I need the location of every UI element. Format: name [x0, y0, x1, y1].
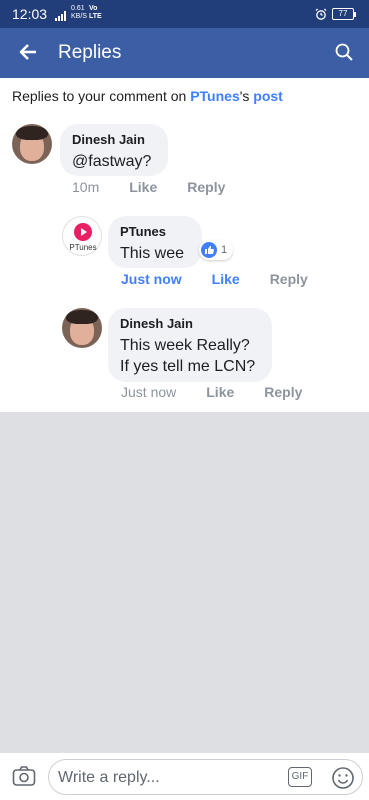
- comment-time: Just now: [121, 271, 182, 287]
- comment-bubble[interactable]: Dinesh Jain This week Really? If yes tell…: [108, 308, 272, 382]
- lte-indicator: Vo LTE: [89, 5, 102, 20]
- comment-text: @fastway?: [72, 153, 152, 170]
- play-icon: [74, 223, 92, 241]
- reply-context: Replies to your comment on PTunes's post: [12, 88, 283, 104]
- camera-icon[interactable]: [12, 765, 36, 792]
- replies-list: Replies to your comment on PTunes's post…: [0, 78, 369, 412]
- avatar[interactable]: [62, 308, 102, 348]
- net-speed: 0.61 KB/S: [71, 5, 87, 20]
- comment-author[interactable]: PTunes: [120, 224, 190, 239]
- reply-input[interactable]: Write a reply... GIF: [48, 759, 363, 795]
- thumbs-up-icon: [201, 242, 217, 258]
- search-icon[interactable]: [335, 43, 353, 66]
- page-avatar[interactable]: PTunes: [62, 216, 102, 256]
- comment-time: Just now: [121, 384, 177, 400]
- reply-button[interactable]: Reply: [264, 384, 302, 400]
- comment-text: This wee: [120, 245, 185, 262]
- post-link[interactable]: post: [253, 88, 283, 104]
- arrow-left-icon[interactable]: [18, 42, 38, 67]
- comment-author[interactable]: Dinesh Jain: [72, 132, 156, 147]
- comment-actions: Just now Like Reply: [121, 271, 338, 287]
- page-title: Replies: [58, 42, 122, 63]
- like-button[interactable]: Like: [129, 179, 157, 195]
- status-bar: 12:03 0.61 KB/S Vo LTE 77: [0, 0, 369, 28]
- emoji-icon[interactable]: [331, 766, 355, 795]
- page-link[interactable]: PTunes: [190, 88, 240, 104]
- battery-icon: 77: [332, 8, 356, 20]
- app-header: Replies: [0, 28, 369, 78]
- avatar[interactable]: [12, 124, 52, 164]
- comment-time: 10m: [72, 179, 100, 195]
- comment-bubble[interactable]: Dinesh Jain @fastway?: [60, 124, 168, 176]
- status-time: 12:03: [12, 6, 48, 22]
- like-button[interactable]: Like: [212, 271, 240, 287]
- comment-actions: 10m Like Reply: [72, 179, 255, 195]
- gif-button[interactable]: GIF: [288, 767, 312, 787]
- reply-button[interactable]: Reply: [270, 271, 308, 287]
- alarm-icon: [315, 8, 327, 23]
- comment-text: This week Really? If yes tell me LCN?: [120, 337, 256, 375]
- reply-button[interactable]: Reply: [187, 179, 225, 195]
- comment-author[interactable]: Dinesh Jain: [120, 316, 260, 331]
- signal-icon: [55, 9, 69, 24]
- like-button[interactable]: Like: [206, 384, 234, 400]
- reply-composer: Write a reply... GIF: [0, 752, 369, 800]
- comment-bubble[interactable]: PTunes This wee: [108, 216, 202, 268]
- comment-actions: Just now Like Reply: [121, 384, 332, 400]
- reaction-count[interactable]: 1: [199, 240, 234, 260]
- reply-placeholder: Write a reply...: [58, 769, 160, 786]
